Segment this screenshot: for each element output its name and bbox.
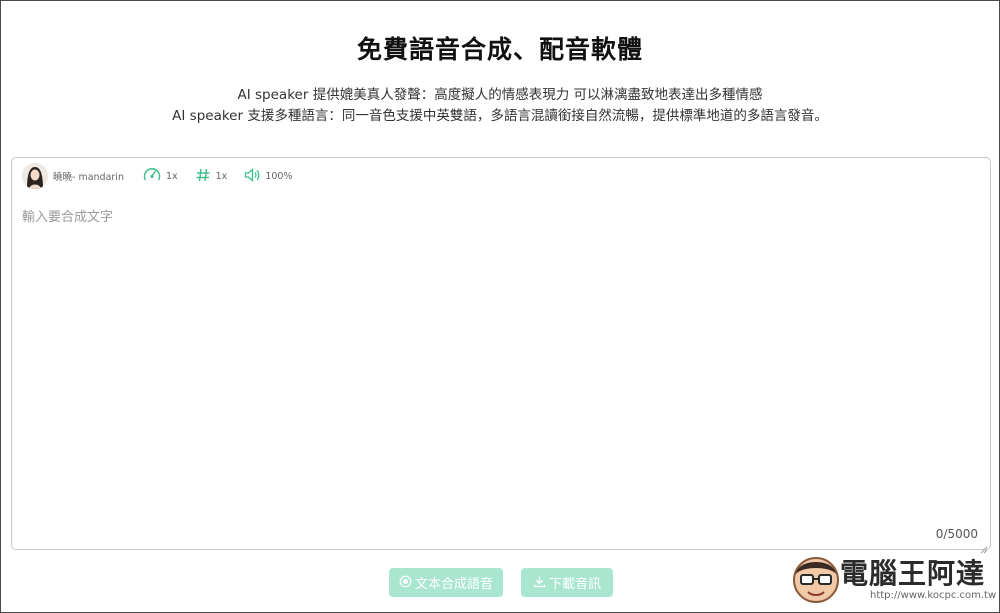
resize-handle[interactable] — [980, 539, 988, 554]
watermark-url: http://www.kocpc.com.tw — [870, 590, 997, 601]
download-icon — [533, 575, 546, 591]
speed-control[interactable]: 1x — [142, 165, 178, 188]
synthesize-button-label: 文本合成語音 — [414, 576, 493, 591]
hash-icon — [194, 166, 216, 187]
volume-value: 100% — [265, 170, 293, 182]
voice-avatar[interactable] — [22, 163, 48, 189]
watermark-mascot-icon — [793, 557, 839, 603]
pitch-value: 1x — [215, 170, 228, 182]
synthesize-button[interactable]: 文本合成語音 — [389, 568, 503, 597]
speed-value: 1x — [165, 170, 178, 182]
text-input-placeholder[interactable]: 輸入要合成文字 — [22, 206, 113, 225]
download-button[interactable]: 下載音訊 — [521, 568, 613, 597]
play-circle-icon — [399, 575, 412, 591]
page-title: 免費語音合成、配音軟體 — [356, 35, 643, 64]
text-editor[interactable]: 曉曉- mandarin 1x 1x 100% 輸入要合成文字 0/5000 — [11, 157, 991, 554]
editor-toolbar: 曉曉- mandarin 1x 1x 100% — [22, 162, 308, 190]
download-button-label: 下載音訊 — [548, 576, 601, 591]
watermark: 電腦王阿達 http://www.kocpc.com.tw — [790, 548, 997, 610]
speaker-icon — [243, 166, 265, 187]
character-counter: 0/5000 — [935, 527, 978, 541]
description-line-2: AI speaker 支援多種語言：同一音色支援中英雙語，多語言混讀銜接自然流暢… — [172, 108, 828, 124]
voice-name[interactable]: 曉曉- mandarin — [53, 169, 124, 183]
description-line-1: AI speaker 提供媲美真人發聲：高度擬人的情感表現力 可以淋漓盡致地表達… — [237, 87, 763, 103]
volume-control[interactable]: 100% — [243, 166, 292, 187]
watermark-text: 電腦王阿達 — [840, 557, 986, 590]
speedometer-icon — [142, 165, 166, 188]
pitch-control[interactable]: 1x — [194, 166, 228, 187]
